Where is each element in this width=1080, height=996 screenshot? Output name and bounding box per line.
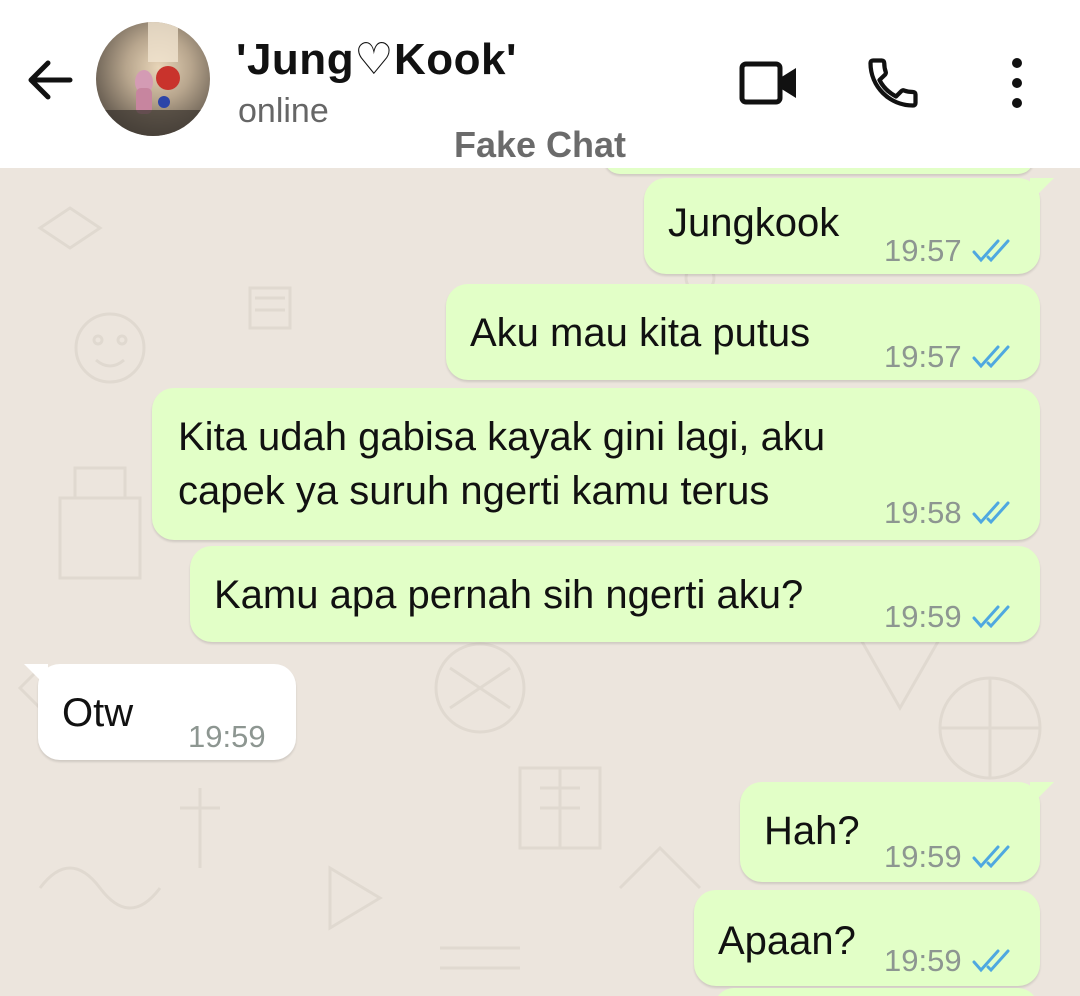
message-line: Otw	[62, 691, 134, 735]
message-meta: 19:59	[884, 590, 1016, 644]
more-options-button[interactable]	[982, 48, 1052, 118]
message-time: 19:57	[884, 233, 962, 268]
read-receipt-icon	[972, 239, 1010, 263]
message-line: Aku mau kita putus	[470, 311, 811, 355]
message-text: Hah?	[764, 804, 860, 858]
message-meta: 19:59	[188, 710, 266, 764]
message-text: Apaan?	[718, 914, 856, 968]
message-text: Aku mau kita putus	[470, 306, 810, 360]
previous-message-edge	[604, 168, 1034, 174]
incoming-message[interactable]: Otw 19:59	[24, 664, 296, 760]
bubble-tail	[1030, 178, 1054, 202]
message-time: 19:59	[188, 719, 266, 754]
message-time: 19:58	[884, 495, 962, 530]
message-meta: 19:59	[884, 934, 1016, 988]
chat-header: 'Jung♡Kook' online Fake Chat	[0, 0, 1080, 168]
read-receipt-icon	[972, 949, 1010, 973]
message-line: Jungkook	[668, 201, 840, 245]
read-receipt-icon	[972, 345, 1010, 369]
message-meta: 19:57	[884, 330, 1016, 384]
contact-name[interactable]: 'Jung♡Kook'	[236, 34, 517, 85]
bubble-tail	[24, 664, 48, 688]
message-time: 19:59	[884, 839, 962, 874]
message-line: Hah?	[764, 809, 860, 853]
message-time: 19:59	[884, 599, 962, 634]
next-message-edge	[714, 988, 1038, 996]
outgoing-message[interactable]: Kamu apa pernah sih ngerti aku? 19:59	[190, 546, 1040, 642]
outgoing-message[interactable]: Aku mau kita putus 19:57	[446, 284, 1040, 380]
outgoing-message[interactable]: Hah? 19:59	[740, 782, 1054, 884]
more-vert-icon	[1012, 58, 1022, 108]
read-receipt-icon	[972, 605, 1010, 629]
message-time: 19:57	[884, 339, 962, 374]
message-meta: 19:59	[884, 830, 1016, 884]
message-line: Kamu apa pernah sih ngerti aku?	[214, 573, 804, 617]
arrow-left-icon	[28, 60, 73, 100]
message-text: Kamu apa pernah sih ngerti aku?	[214, 568, 803, 622]
read-receipt-icon	[972, 501, 1010, 525]
message-line: Kita udah gabisa kayak gini lagi, aku	[178, 415, 826, 459]
chat-area[interactable]: Jungkook 19:57 Aku mau kita putus 19:57 Kita…	[0, 168, 1080, 996]
outgoing-message[interactable]: Apaan? 19:59	[694, 890, 1040, 986]
message-line: capek ya suruh ngerti kamu terus	[178, 469, 770, 513]
avatar[interactable]	[96, 22, 210, 136]
message-time: 19:59	[884, 943, 962, 978]
avatar-photo	[96, 22, 210, 136]
message-meta: 19:58	[884, 486, 1016, 540]
phone-icon	[868, 58, 918, 108]
message-meta: 19:57	[884, 224, 1016, 278]
message-text: Jungkook	[668, 196, 839, 250]
outgoing-message[interactable]: Kita udah gabisa kayak gini lagi, aku cap…	[152, 388, 1040, 540]
watermark-label: Fake Chat	[453, 124, 627, 165]
video-call-button[interactable]	[734, 48, 804, 118]
message-line: Apaan?	[718, 919, 856, 963]
voice-call-button[interactable]	[858, 48, 928, 118]
outgoing-message[interactable]: Jungkook 19:57	[644, 178, 1054, 274]
bubble-tail	[1030, 782, 1054, 806]
read-receipt-icon	[972, 845, 1010, 869]
message-text: Kita udah gabisa kayak gini lagi, aku cap…	[178, 410, 825, 518]
video-camera-icon	[739, 61, 796, 105]
back-button[interactable]	[20, 50, 80, 110]
message-text: Otw	[62, 686, 133, 740]
